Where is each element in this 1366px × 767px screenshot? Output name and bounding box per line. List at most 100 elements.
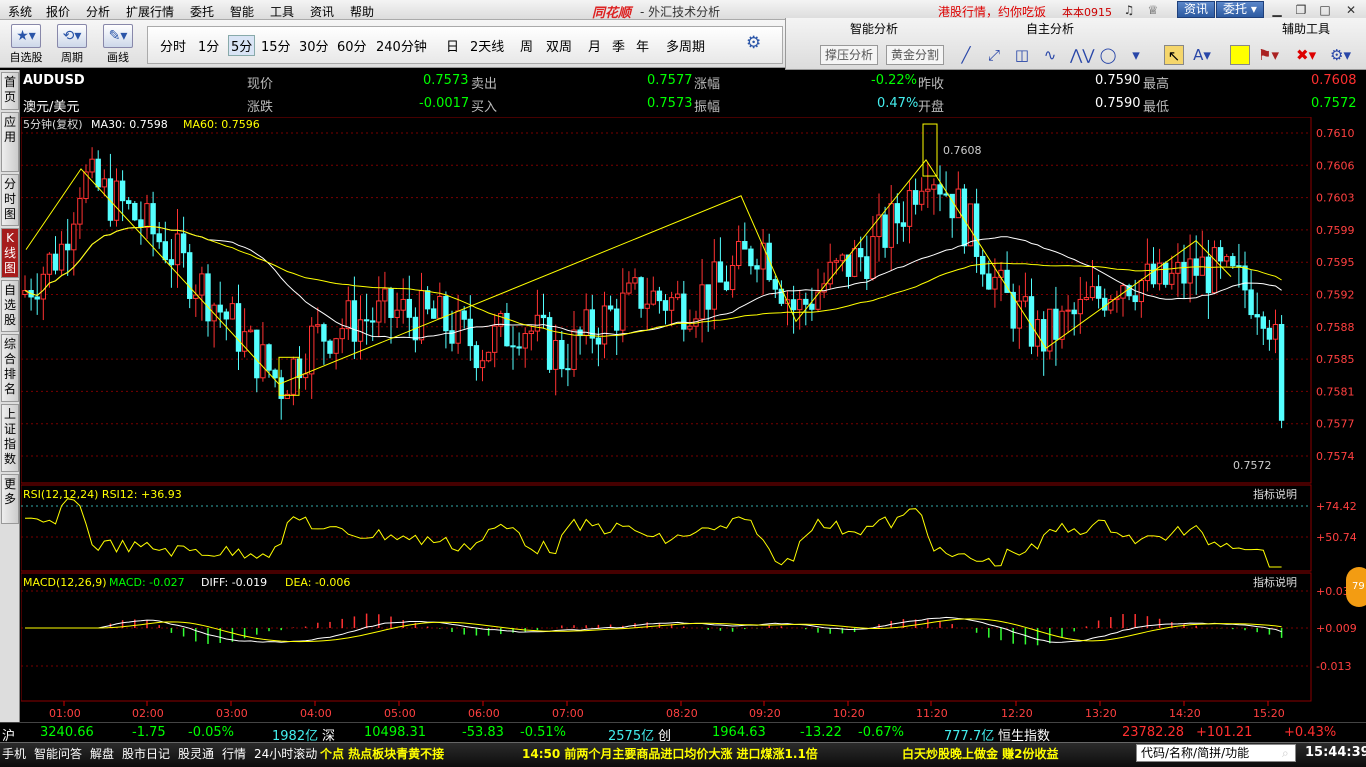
menu-system[interactable]: 系统 (8, 3, 32, 20)
support-resistance-button[interactable]: 撑压分析 (820, 45, 879, 65)
menu-news[interactable]: 资讯 (310, 3, 334, 20)
tab-home[interactable]: 首页 (1, 72, 19, 110)
price-tick: 0.7588 (1316, 321, 1355, 334)
period-1min[interactable]: 1分 (198, 36, 219, 55)
menu-bar: 系统 报价 分析 扩展行情 委托 智能 工具 资讯 帮助 同花顺 - 外汇技术分… (0, 0, 1366, 21)
status-tab-24h[interactable]: 24小时滚动 (254, 745, 317, 762)
period-5min[interactable]: 5分 (228, 35, 256, 56)
golden-section-button[interactable]: 黄金分割 (886, 45, 945, 65)
cycle-button[interactable]: ⟲▾ 周期 (52, 24, 92, 64)
order-button[interactable]: 委托 ▾ (1216, 1, 1264, 18)
news-ticker-3[interactable]: 白天炒股晚上做金 赚2份收益 (902, 745, 1059, 762)
search-icon[interactable]: ⌕ (1282, 746, 1289, 761)
tab-ranking[interactable]: 综合排名 (1, 334, 19, 402)
news-ticker-1[interactable]: 个点 热点板块青黄不接 (320, 745, 444, 762)
period-240min[interactable]: 240分钟 (376, 36, 427, 55)
tab-watchlist[interactable]: 自选股 (1, 280, 19, 332)
price-tick: 0.7577 (1316, 418, 1355, 431)
news-button[interactable]: 资讯 (1177, 1, 1216, 18)
macd-tick: -0.013 (1316, 660, 1351, 673)
curve-tool-icon[interactable]: ∿ (1040, 45, 1060, 65)
delete-one-icon[interactable]: ⚑▾ (1258, 45, 1279, 65)
price-tick: 0.7606 (1316, 159, 1355, 172)
watchlist-button[interactable]: ★▾ 自选股 (6, 24, 46, 64)
tab-timeshare[interactable]: 分时图 (1, 174, 19, 226)
gear-icon[interactable]: ⚙ (746, 33, 761, 53)
period-selector: 分时 1分 5分 15分 30分 60分 240分钟 日 2天线 周 双周 月 … (147, 26, 783, 64)
high-annotation: 0.7608 (943, 144, 982, 157)
star-icon: ★▾ (11, 24, 41, 48)
status-tab-diary[interactable]: 股市日记 (122, 745, 170, 762)
tab-shanghai-index[interactable]: 上证指数 (1, 404, 19, 472)
time-tick: 10:20 (833, 707, 865, 720)
draw-line-button[interactable]: ✎▾ 画线 (98, 24, 138, 64)
diff-value: DIFF: -0.019 (201, 576, 267, 589)
kline-chart[interactable]: 0.7610 0.7606 0.7603 0.7599 0.7595 0.7592 0.75… (21, 117, 1366, 730)
menu-analysis[interactable]: 分析 (86, 3, 110, 20)
news-ticker-2[interactable]: 14:50 前两个月主要商品进口均价大涨 进口煤涨1.1倍 (522, 745, 818, 762)
color-picker-icon[interactable] (1230, 45, 1250, 65)
period-2day[interactable]: 2天线 (470, 36, 504, 55)
status-bar: 手机 智能问答 解盘 股市日记 股灵通 行情 24小时滚动 个点 热点板块青黄不… (0, 742, 1366, 767)
period-year[interactable]: 年 (636, 36, 649, 55)
period-15min[interactable]: 15分 (261, 36, 291, 55)
aux-tools-title: 辅助工具 (1282, 22, 1331, 36)
clock: 15:44:39 (1305, 745, 1366, 760)
restore-icon[interactable]: ❐ (1290, 2, 1312, 18)
menu-smart[interactable]: 智能 (230, 3, 254, 20)
more-tools-icon[interactable]: ▾ (1126, 45, 1146, 65)
close-icon[interactable]: ✕ (1340, 2, 1362, 18)
maximize-icon[interactable]: □ (1314, 2, 1336, 18)
self-analysis-title: 自主分析 (1026, 22, 1075, 36)
status-tab-commentary[interactable]: 解盘 (90, 745, 114, 762)
ellipse-tool-icon[interactable]: ◯ (1098, 45, 1118, 65)
settings-icon[interactable]: ⚙▾ (1330, 45, 1351, 65)
segment-tool-icon[interactable]: ⤢ (984, 45, 1004, 65)
minimize-icon[interactable]: ▁ (1266, 2, 1288, 18)
symbol-code: AUDUSD (23, 73, 85, 88)
menu-help[interactable]: 帮助 (350, 3, 374, 20)
macd-help-link[interactable]: 指标说明 (1253, 575, 1297, 589)
menu-tools[interactable]: 工具 (270, 3, 294, 20)
period-biweek[interactable]: 双周 (546, 36, 572, 55)
rsi-help-link[interactable]: 指标说明 (1253, 487, 1297, 501)
time-tick: 09:20 (749, 707, 781, 720)
status-tab-stock-genie[interactable]: 股灵通 (178, 745, 214, 762)
period-30min[interactable]: 30分 (299, 36, 329, 55)
bell-icon[interactable]: ♫ (1118, 2, 1140, 18)
shirt-icon[interactable]: ♕ (1142, 2, 1164, 18)
code-search-input[interactable]: 代码/名称/简拼/功能 (1136, 744, 1296, 762)
menu-order[interactable]: 委托 (190, 3, 214, 20)
menu-quote[interactable]: 报价 (46, 3, 70, 20)
quote-panel: AUDUSD 澳元/美元 现价 0.7573 卖出 0.7577 涨幅 -0.2… (23, 73, 1357, 115)
tab-kline[interactable]: K线图 (1, 228, 19, 278)
line-tool-icon[interactable]: ╱ (956, 45, 976, 65)
menu-extended-quote[interactable]: 扩展行情 (126, 3, 174, 20)
rect-tool-icon[interactable]: ◫ (1012, 45, 1032, 65)
smart-analysis-title: 智能分析 (850, 22, 899, 36)
tab-apps[interactable]: 应用 (1, 112, 19, 172)
period-timeshare[interactable]: 分时 (160, 36, 186, 55)
period-day[interactable]: 日 (446, 36, 459, 55)
text-tool-icon[interactable]: A▾ (1192, 45, 1212, 65)
period-month[interactable]: 月 (588, 36, 601, 55)
period-quarter[interactable]: 季 (612, 36, 625, 55)
status-tab-qa[interactable]: 智能问答 (34, 745, 82, 762)
float-badge[interactable]: 79 (1346, 567, 1366, 607)
status-tab-quote[interactable]: 行情 (222, 745, 246, 762)
period-60min[interactable]: 60分 (337, 36, 367, 55)
cursor-icon[interactable]: ↖ (1164, 45, 1184, 65)
period-week[interactable]: 周 (520, 36, 533, 55)
dea-value: DEA: -0.006 (285, 576, 350, 589)
tab-more[interactable]: 更多 (1, 474, 19, 524)
wave-tool-icon[interactable]: ⋀⋁ (1070, 45, 1095, 65)
high-price: 0.7608 (1311, 73, 1357, 88)
rsi-tick: +74.42 (1316, 500, 1357, 513)
time-tick: 12:20 (1001, 707, 1033, 720)
period-multi[interactable]: 多周期 (666, 36, 705, 55)
delete-all-icon[interactable]: ✖▾ (1296, 45, 1316, 65)
status-tab-mobile[interactable]: 手机 (2, 745, 26, 762)
ma30-label: MA30: 0.7598 (91, 118, 168, 131)
symbol-name: 澳元/美元 (23, 100, 80, 115)
low-price: 0.7572 (1311, 96, 1357, 111)
